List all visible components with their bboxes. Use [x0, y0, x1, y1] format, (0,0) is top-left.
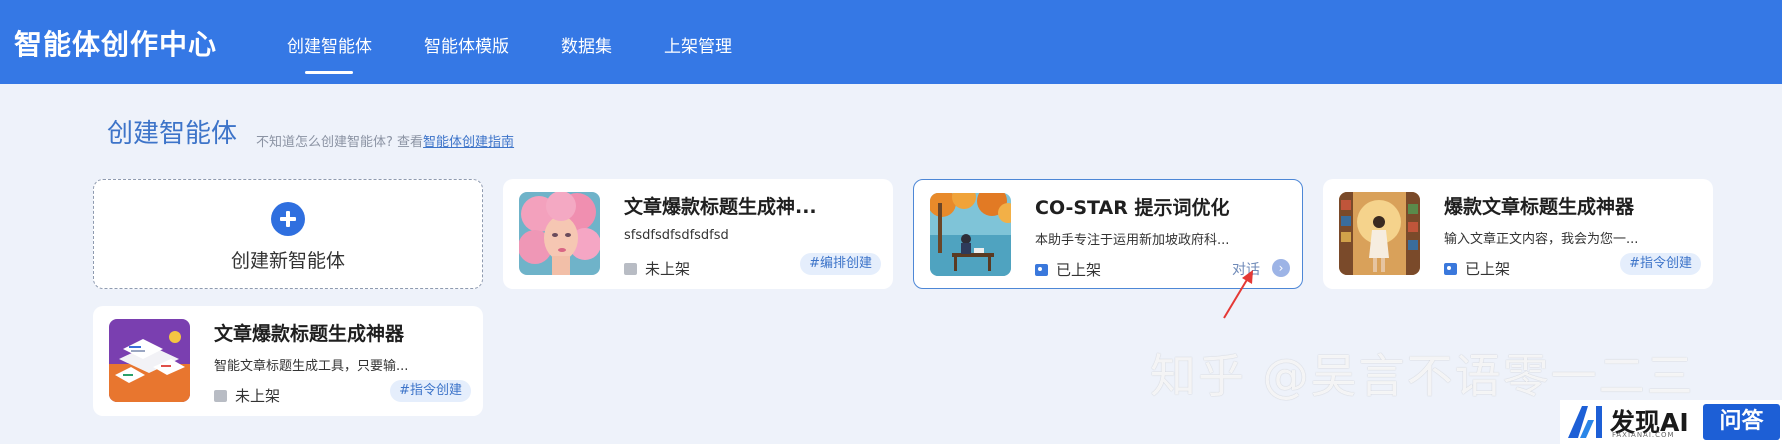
card-description: 输入文章正文内容，我会为您一... [1444, 232, 1639, 247]
nav-listing-management[interactable]: 上架管理 [664, 32, 732, 57]
status: 未上架 [624, 258, 690, 279]
watermark-text: 知乎 @吴言不语零一二三 [1150, 349, 1695, 403]
folder-icon [624, 262, 637, 275]
card-title: CO-STAR 提示词优化 [1035, 197, 1230, 219]
brand-title: 智能体创作中心 [14, 28, 218, 61]
guide-hint: 不知道怎么创建智能体? 查看智能体创建指南 [256, 131, 514, 150]
folder-icon [214, 389, 227, 402]
guide-hint-text: 不知道怎么创建智能体? 查看 [256, 135, 424, 150]
status-text: 已上架 [1056, 261, 1102, 279]
chevron-right-icon[interactable]: › [1272, 259, 1290, 277]
library-reader-image [1339, 192, 1420, 275]
status-text: 未上架 [645, 260, 691, 278]
card-description: 本助手专注于运用新加坡政府科... [1035, 233, 1230, 248]
documents-isometric-image [109, 319, 190, 402]
ai-logo-icon [1568, 406, 1602, 438]
image-icon [1444, 262, 1457, 275]
agent-card[interactable]: 爆款文章标题生成神器 输入文章正文内容，我会为您一... 已上架 #指令创建 [1323, 179, 1713, 289]
agent-card[interactable]: 文章爆款标题生成神器 智能文章标题生成工具，只要输... 未上架 #指令创建 [93, 306, 483, 416]
card-description: sfsdfsdfsdfsdfsd [624, 228, 729, 243]
pink-hair-portrait-image [519, 192, 600, 275]
status: 已上架 [1035, 259, 1101, 280]
card-description: 智能文章标题生成工具，只要输... [214, 359, 409, 374]
badge-domain: FAXIANAI.COM [1612, 431, 1675, 439]
agent-card[interactable]: 文章爆款标题生成神... sfsdfsdfsdfsdfsd 未上架 #编排创建 [503, 179, 893, 289]
create-new-agent-label: 创建新智能体 [230, 250, 345, 272]
nav-create-agent[interactable]: 创建智能体 [287, 32, 372, 57]
red-arrow-annotation-icon [1223, 270, 1253, 319]
nav-datasets[interactable]: 数据集 [561, 32, 612, 57]
faxianai-badge: 发现AI FAXIANAI.COM 问答 [1560, 400, 1782, 444]
creation-tag: #指令创建 [390, 380, 471, 402]
badge-qa-label: 问答 [1703, 404, 1780, 440]
lakeside-reading-image [930, 193, 1011, 276]
status: 未上架 [214, 385, 280, 406]
page-title: 创建智能体 [107, 119, 238, 149]
active-nav-indicator [305, 71, 353, 74]
creation-tag: #编排创建 [800, 253, 881, 275]
status-text: 未上架 [235, 387, 281, 405]
status: 已上架 [1444, 258, 1510, 279]
creation-tag: #指令创建 [1620, 253, 1701, 275]
card-title: 文章爆款标题生成神... [624, 196, 817, 218]
create-new-agent-card[interactable]: 创建新智能体 [93, 179, 483, 289]
card-title: 爆款文章标题生成神器 [1444, 196, 1635, 218]
nav-agent-templates[interactable]: 智能体模版 [424, 32, 509, 57]
top-navbar: 智能体创作中心 创建智能体 智能体模版 数据集 上架管理 [0, 0, 1782, 84]
guide-link[interactable]: 智能体创建指南 [423, 135, 514, 150]
status-text: 已上架 [1465, 260, 1511, 278]
card-title: 文章爆款标题生成神器 [214, 323, 405, 345]
plus-icon [271, 202, 305, 236]
image-icon [1035, 263, 1048, 276]
